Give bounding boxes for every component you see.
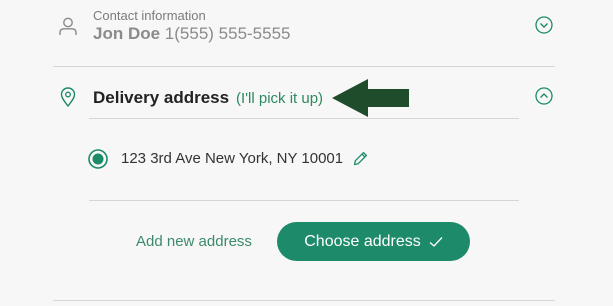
add-new-address-link[interactable]: Add new address: [136, 233, 252, 250]
pencil-icon[interactable]: [352, 150, 369, 167]
person-icon: [58, 16, 78, 36]
delivery-section-title: Delivery address: [93, 88, 230, 107]
delivery-title-divider: [89, 118, 519, 119]
chevron-down-icon[interactable]: [535, 16, 553, 34]
address-divider: [89, 200, 519, 201]
delivery-pickup-hint: (I'll pick it up): [236, 90, 324, 107]
contact-name: Jon Doe: [93, 24, 161, 43]
arrow-left-icon: [332, 78, 410, 118]
choose-address-label: Choose address: [304, 232, 421, 250]
chevron-up-icon[interactable]: [535, 87, 553, 105]
contact-section-label: Contact information: [93, 8, 206, 23]
address-radio[interactable]: [88, 149, 108, 169]
bottom-divider: [53, 300, 555, 301]
map-pin-icon: [60, 87, 76, 107]
contact-phone: 1(555) 555-5555: [164, 24, 291, 43]
choose-address-button[interactable]: Choose address: [277, 222, 470, 261]
address-text: 123 3rd Ave New York, NY 10001: [121, 150, 344, 167]
section-divider: [53, 66, 555, 67]
contact-summary: Jon Doe 1(555) 555-5555: [93, 24, 291, 44]
check-icon: [429, 236, 443, 248]
